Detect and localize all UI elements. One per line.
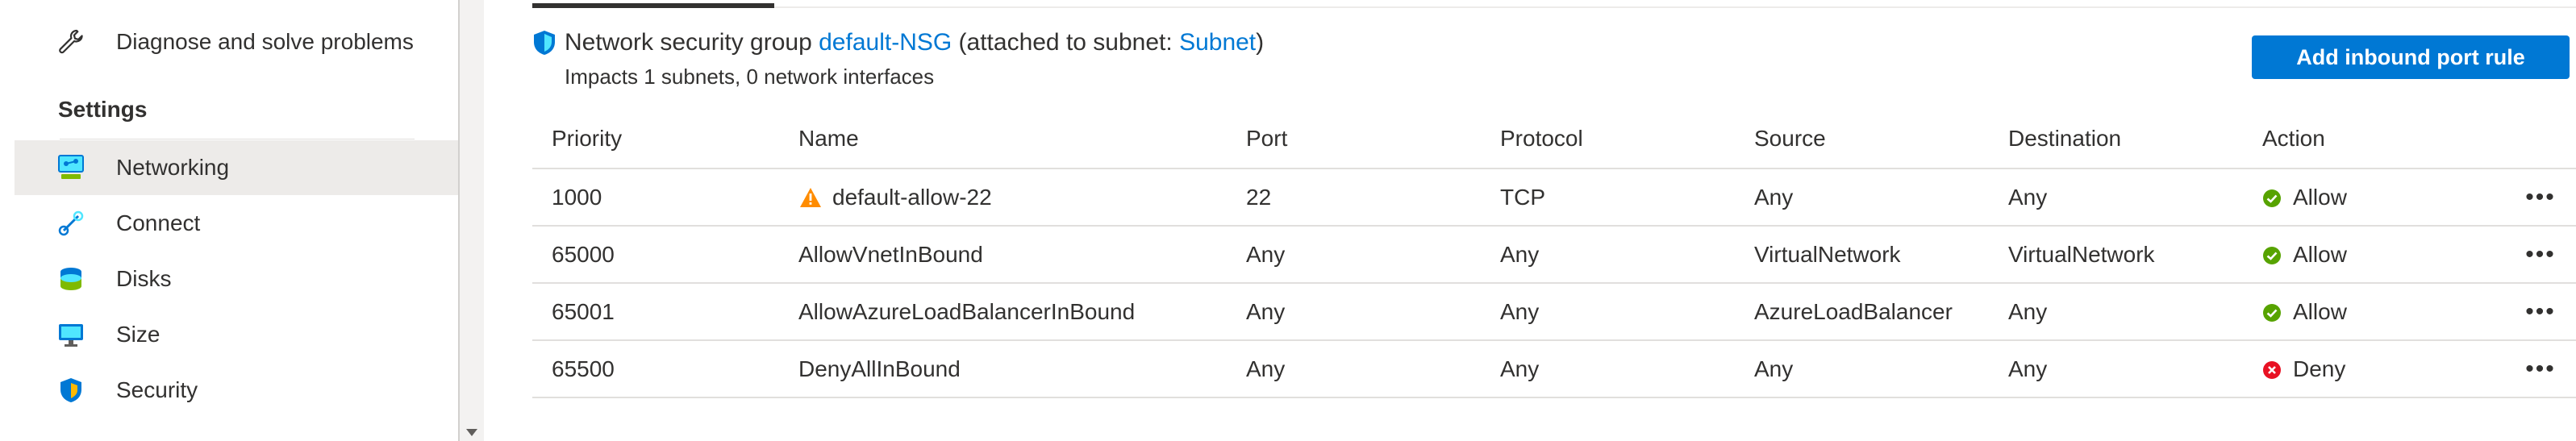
rule-name-text: default-allow-22	[832, 184, 992, 210]
rule-priority: 1000	[552, 184, 602, 210]
rule-action: Allow	[2262, 284, 2347, 339]
sidebar-item-label: Diagnose and solve problems	[116, 29, 414, 54]
column-header-protocol[interactable]: Protocol	[1500, 110, 1583, 168]
rule-name[interactable]: AllowAzureLoadBalancerInBound	[798, 284, 1135, 339]
nsg-prefix: Network security group	[565, 29, 819, 56]
nsg-shield-icon	[532, 29, 556, 56]
row-more-options[interactable]: •••	[2516, 227, 2565, 282]
deny-x-icon	[2262, 360, 2282, 379]
rule-source: AzureLoadBalancer	[1754, 298, 1953, 324]
sidebar: Diagnose and solve problems Settings Net…	[0, 0, 484, 441]
scroll-down-arrow-icon[interactable]	[466, 429, 477, 436]
sidebar-section-settings: Settings	[58, 97, 148, 122]
nsg-title: Network security group default-NSG (atta…	[565, 29, 1264, 56]
size-monitor-icon	[53, 317, 89, 352]
row-more-options[interactable]: •••	[2516, 341, 2565, 397]
rule-action-text: Deny	[2293, 356, 2346, 381]
rule-action-text: Allow	[2293, 184, 2347, 210]
rule-protocol: Any	[1500, 298, 1540, 324]
sidebar-item-networking[interactable]: Networking	[15, 140, 458, 195]
row-more-options[interactable]: •••	[2516, 284, 2565, 339]
rule-source: Any	[1754, 184, 1794, 210]
sidebar-scrollbar[interactable]	[458, 0, 484, 441]
rule-protocol: Any	[1500, 241, 1540, 267]
table-row[interactable]: 1000 default-allow-22 22 TCP Any Any All…	[532, 169, 2576, 227]
rule-action-text: Allow	[2293, 298, 2347, 324]
table-header-row: Priority Name Port Protocol Source Desti…	[532, 110, 2576, 169]
sidebar-item-label: Disks	[116, 266, 172, 291]
rule-action: Allow	[2262, 227, 2347, 282]
subnet-link[interactable]: Subnet	[1179, 29, 1256, 56]
sidebar-item-diagnose[interactable]: Diagnose and solve problems	[15, 15, 458, 69]
column-header-name[interactable]: Name	[798, 110, 859, 168]
column-header-action[interactable]: Action	[2262, 110, 2325, 168]
table-row[interactable]: 65001 AllowAzureLoadBalancerInBound Any …	[532, 284, 2576, 341]
rule-source: VirtualNetwork	[1754, 241, 1901, 267]
connect-icon	[53, 206, 89, 241]
sidebar-item-label: Connect	[116, 210, 201, 235]
sidebar-item-connect[interactable]: Connect	[15, 196, 458, 251]
table-row[interactable]: 65000 AllowVnetInBound Any Any VirtualNe…	[532, 227, 2576, 284]
rule-action-text: Allow	[2293, 241, 2347, 267]
disks-icon	[53, 261, 89, 297]
rule-port: Any	[1246, 356, 1286, 381]
allow-check-icon	[2262, 188, 2282, 207]
rule-action: Deny	[2262, 341, 2345, 397]
more-options-icon[interactable]: •••	[2525, 299, 2556, 324]
column-header-port[interactable]: Port	[1246, 110, 1287, 168]
column-header-source[interactable]: Source	[1754, 110, 1826, 168]
rule-protocol: Any	[1500, 356, 1540, 381]
main-content: Network security group default-NSG (atta…	[484, 0, 2576, 441]
rule-priority: 65000	[552, 241, 615, 267]
table-row[interactable]: 65500 DenyAllInBound Any Any Any Any Den…	[532, 341, 2576, 398]
warning-icon	[798, 186, 823, 209]
nsg-name-link[interactable]: default-NSG	[819, 29, 952, 56]
column-header-destination[interactable]: Destination	[2008, 110, 2121, 168]
sidebar-item-label: Security	[116, 377, 198, 402]
rule-destination: Any	[2008, 184, 2048, 210]
add-inbound-port-rule-button[interactable]: Add inbound port rule	[2252, 35, 2570, 79]
rule-name[interactable]: default-allow-22	[798, 169, 992, 225]
sidebar-item-security[interactable]: Security	[15, 363, 458, 418]
rule-destination: Any	[2008, 298, 2048, 324]
active-tab-indicator	[532, 3, 774, 8]
sidebar-item-label: Size	[116, 322, 160, 347]
allow-check-icon	[2262, 245, 2282, 264]
more-options-icon[interactable]: •••	[2525, 356, 2556, 381]
sidebar-item-size[interactable]: Size	[15, 307, 458, 362]
column-header-priority[interactable]: Priority	[552, 110, 622, 168]
rule-port: 22	[1246, 184, 1272, 210]
nsg-header: Network security group default-NSG (atta…	[532, 29, 1264, 56]
rule-destination: VirtualNetwork	[2008, 241, 2155, 267]
rule-name[interactable]: AllowVnetInBound	[798, 227, 983, 282]
rule-destination: Any	[2008, 356, 2048, 381]
networking-icon	[53, 150, 89, 185]
nsg-attached-suffix: )	[1256, 29, 1265, 56]
rule-priority: 65001	[552, 298, 615, 324]
inbound-rules-table: Priority Name Port Protocol Source Desti…	[532, 110, 2576, 398]
rule-name[interactable]: DenyAllInBound	[798, 341, 961, 397]
wrench-icon	[53, 24, 89, 60]
sidebar-item-label: Networking	[116, 155, 230, 180]
rule-port: Any	[1246, 241, 1286, 267]
security-shield-icon	[53, 372, 89, 408]
nsg-impacts-text: Impacts 1 subnets, 0 network interfaces	[565, 64, 935, 89]
rule-source: Any	[1754, 356, 1794, 381]
tab-strip-line	[532, 6, 2576, 8]
rule-protocol: TCP	[1500, 184, 1545, 210]
allow-check-icon	[2262, 302, 2282, 322]
more-options-icon[interactable]: •••	[2525, 242, 2556, 267]
rule-action: Allow	[2262, 169, 2347, 225]
rule-priority: 65500	[552, 356, 615, 381]
row-more-options[interactable]: •••	[2516, 169, 2565, 225]
nsg-attached-prefix: (attached to subnet:	[952, 29, 1180, 56]
sidebar-item-disks[interactable]: Disks	[15, 252, 458, 306]
more-options-icon[interactable]: •••	[2525, 185, 2556, 210]
rule-port: Any	[1246, 298, 1286, 324]
